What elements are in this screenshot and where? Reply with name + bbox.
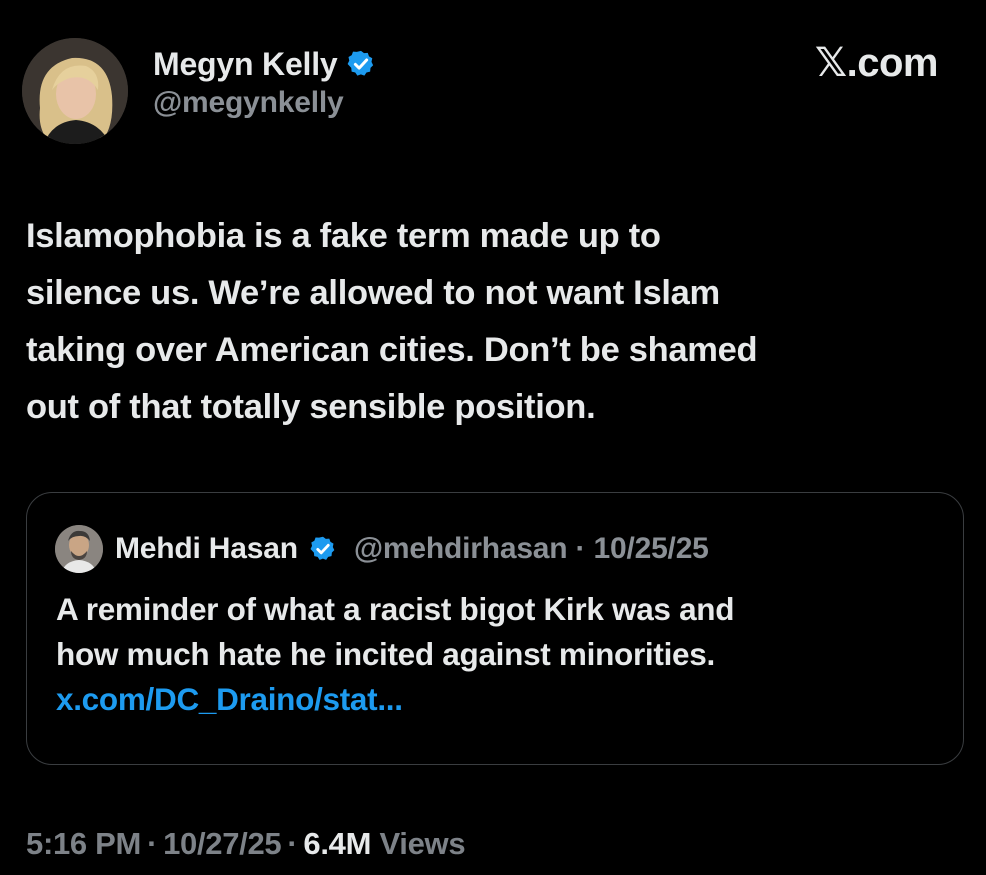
views-count: 6.4M xyxy=(303,826,372,861)
quoted-tweet-text: A reminder of what a racist bigot Kirk w… xyxy=(56,587,936,722)
tweet-line: silence us. We’re allowed to not want Is… xyxy=(26,274,720,312)
verified-badge-icon xyxy=(347,50,373,76)
tweet-date[interactable]: 10/27/25 xyxy=(163,826,282,861)
quoted-author-handle-date[interactable]: @mehdirhasan · 10/25/25 xyxy=(354,532,709,566)
tweet-time[interactable]: 5:16 PM xyxy=(26,826,141,861)
post: Megyn Kelly @megynkelly 𝕏.com Islamophob… xyxy=(0,0,986,875)
tweet-text: Islamophobia is a fake term made up to s… xyxy=(26,208,966,436)
author-avatar[interactable] xyxy=(22,38,128,144)
quoted-author-avatar[interactable] xyxy=(55,525,103,573)
quoted-tweet-link[interactable]: x.com/DC_Draino/stat... xyxy=(56,677,936,722)
quoted-tweet-card[interactable]: Mehdi Hasan @mehdirhasan · 10/25/25 A re… xyxy=(26,492,964,765)
quoted-tweet-line: how much hate he incited against minorit… xyxy=(56,636,715,672)
verified-badge-icon xyxy=(310,536,335,560)
quoted-author-display-name[interactable]: Mehdi Hasan xyxy=(115,532,298,566)
x-com-logo: 𝕏.com xyxy=(814,41,939,85)
quoted-tweet-line: A reminder of what a racist bigot Kirk w… xyxy=(56,591,735,627)
tweet-line: taking over American cities. Don’t be sh… xyxy=(26,331,758,369)
tweet-line: Islamophobia is a fake term made up to xyxy=(26,217,661,255)
separator-dot: · xyxy=(147,826,158,861)
author-handle[interactable]: @megynkelly xyxy=(153,86,376,120)
tweet-metadata: 5:16 PM · 10/27/25 · 6.4M Views xyxy=(26,826,466,862)
separator-dot: · xyxy=(287,826,298,861)
author-display-name[interactable]: Megyn Kelly xyxy=(153,46,338,83)
quoted-tweet-header: Mehdi Hasan @mehdirhasan · 10/25/25 xyxy=(55,525,709,573)
author-info: Megyn Kelly @megynkelly xyxy=(153,44,376,120)
views-label: Views xyxy=(379,826,466,861)
tweet-line: out of that totally sensible position. xyxy=(26,388,596,426)
